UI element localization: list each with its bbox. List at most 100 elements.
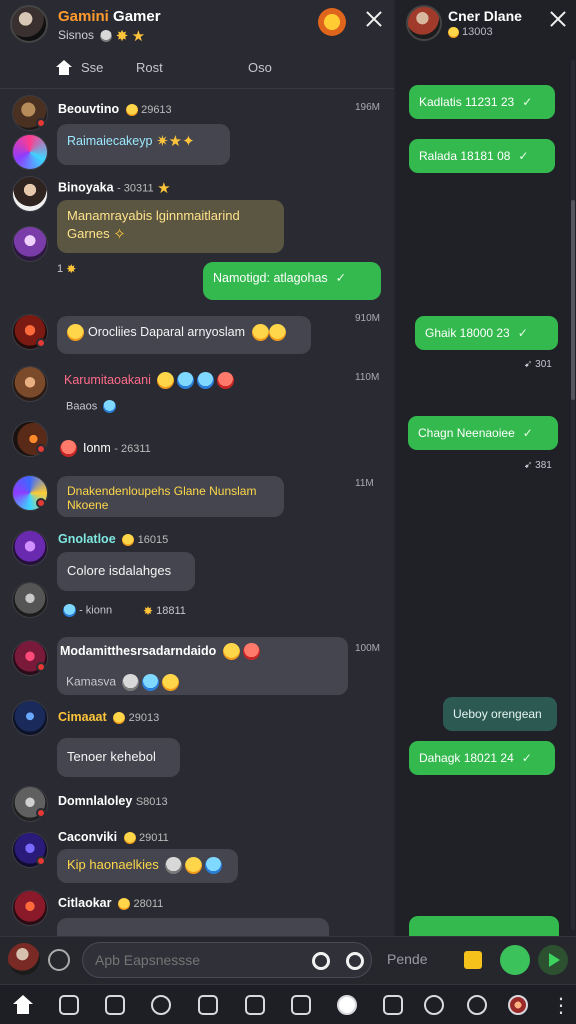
emoji-icon [122,674,140,691]
avatar[interactable] [12,700,48,736]
briefcase-icon[interactable] [198,995,218,1015]
star-icon: ★ [168,133,183,150]
home-icon[interactable] [13,995,33,1015]
own-message-bubble[interactable]: Chagn Neenaoiee ✓ [408,416,558,450]
tab-bar: Sse Rost Oso [0,56,394,84]
search-icon[interactable] [467,995,487,1015]
emoji-icon [142,674,160,691]
own-message-bubble[interactable]: Namotigd: atlagohas ✓ [203,262,381,300]
own-message-bubble[interactable]: Dahagk 18021 24 ✓ [409,741,555,775]
sun-badge-icon[interactable] [318,8,346,36]
message-bubble[interactable]: Orocliies Daparal arnyoslam [57,316,311,354]
sender-name: Binoyaka - 30311 ★ [58,180,171,197]
scrollbar-thumb[interactable] [571,200,575,400]
reaction-count: 1 ✸ [57,262,77,276]
tab-rost[interactable]: Rost [136,60,163,75]
more-icon[interactable] [545,993,571,1018]
group-avatar[interactable] [10,5,48,43]
meta-row: ✸ 18811 [143,604,186,618]
sub-text: Baaos [66,400,117,413]
emoji-icon [157,372,175,389]
send-button[interactable] [500,945,530,975]
sender-name: Beouvtino 29613 [58,102,172,116]
timestamp: 196M [355,102,381,113]
chat-pane-left: Gamini Gamer Sisnos ✸ ★ Sse Rost Oso Beo… [0,0,394,936]
star-icon: ✸ [115,28,129,45]
avatar[interactable] [12,890,48,926]
play-button[interactable] [538,945,568,975]
emoji-icon [177,372,195,389]
record-icon[interactable] [312,952,330,970]
status-dot [36,118,46,128]
message-bubble[interactable]: Colore isdalahges [57,552,195,591]
emoji-icon [165,857,183,875]
clock-icon[interactable] [424,995,444,1015]
check-square-icon[interactable] [105,995,125,1015]
sender-name: Cimaaat 29013 [58,710,160,724]
message-bubble[interactable]: Manamrayabis lginnmaitlarind Garnes ✧ [57,200,284,253]
message-bubble[interactable] [57,918,329,936]
timestamp: 11M [355,478,374,489]
emoji-icon [113,711,126,724]
avatar[interactable] [12,530,48,566]
sender-name: Ionm - 26311 [60,440,151,457]
own-message-bubble[interactable]: Kadlatis 11231 23 ✓ [409,85,555,119]
emoji-icon [205,857,223,875]
star-icon: ★ [157,180,171,197]
emoji-icon [63,604,76,617]
emoji-icon [162,674,180,691]
status-dot [36,338,46,348]
message-bubble[interactable]: Ueboy orengean [443,697,557,731]
message-bubble[interactable]: Kip haonaelkies [57,849,238,883]
list-icon[interactable] [245,995,265,1015]
tab-sse[interactable]: Sse [81,60,103,75]
own-message-bubble[interactable]: Ghaik 18000 23 ✓ [415,316,558,350]
avatar[interactable] [12,226,48,262]
avatar[interactable] [12,582,48,618]
camera-icon[interactable] [346,952,364,970]
chat-header: Gamini Gamer Sisnos ✸ ★ Sse Rost Oso [0,0,394,90]
status-dot [36,444,46,454]
panel-label[interactable]: Pende [387,951,427,967]
sender-name: Modamitthesrsadarndaido [60,643,260,660]
divider [0,88,394,89]
avatar[interactable] [12,176,48,212]
status-dot [36,808,46,818]
scrollbar[interactable] [571,60,575,930]
attach-icon[interactable] [48,949,70,971]
chat-icon[interactable] [291,995,311,1015]
read-receipt: ➹ 301 [524,359,552,370]
sub-text: Kamasva [66,674,180,691]
emoji-icon [197,372,215,389]
contact-avatar[interactable] [406,5,442,41]
badge-icon[interactable] [337,995,357,1015]
sender-name: Karumitaoakani [64,372,235,389]
sticker-icon[interactable] [464,951,482,969]
chat-title: Gamini Gamer [58,8,161,25]
status-dot [36,498,46,508]
my-avatar[interactable] [8,943,40,975]
star-icon: ✦ [182,133,195,150]
message-bubble[interactable]: Raimaiecakeyp ✷★✦ [57,124,230,165]
close-icon[interactable] [547,8,569,30]
message-bubble[interactable]: Dnakendenloupehs Glane Nunslam Nkoene [57,476,284,517]
pen-icon[interactable] [151,995,171,1015]
bottom-nav [0,984,576,1024]
sender-name: Caconviki 29011 [58,830,169,844]
tab-oso[interactable]: Oso [248,60,272,75]
sparkle-icon: ✧ [113,225,126,243]
emoji-icon [242,643,260,660]
message-bubble[interactable]: Tenoer kehebol [57,738,180,777]
avatar-icon[interactable] [508,995,528,1015]
games-icon[interactable] [383,995,403,1015]
timestamp: 100M [355,643,381,654]
own-message-bubble[interactable] [409,916,559,936]
sender-name: Citlaokar 28011 [58,896,164,910]
emoji-icon [125,103,138,116]
avatar[interactable] [12,366,48,402]
avatar[interactable] [12,134,48,170]
own-message-bubble[interactable]: Ralada 18181 08 ✓ [409,139,555,173]
emoji-icon [448,26,459,38]
close-icon[interactable] [363,8,385,30]
square-icon[interactable] [59,995,79,1015]
